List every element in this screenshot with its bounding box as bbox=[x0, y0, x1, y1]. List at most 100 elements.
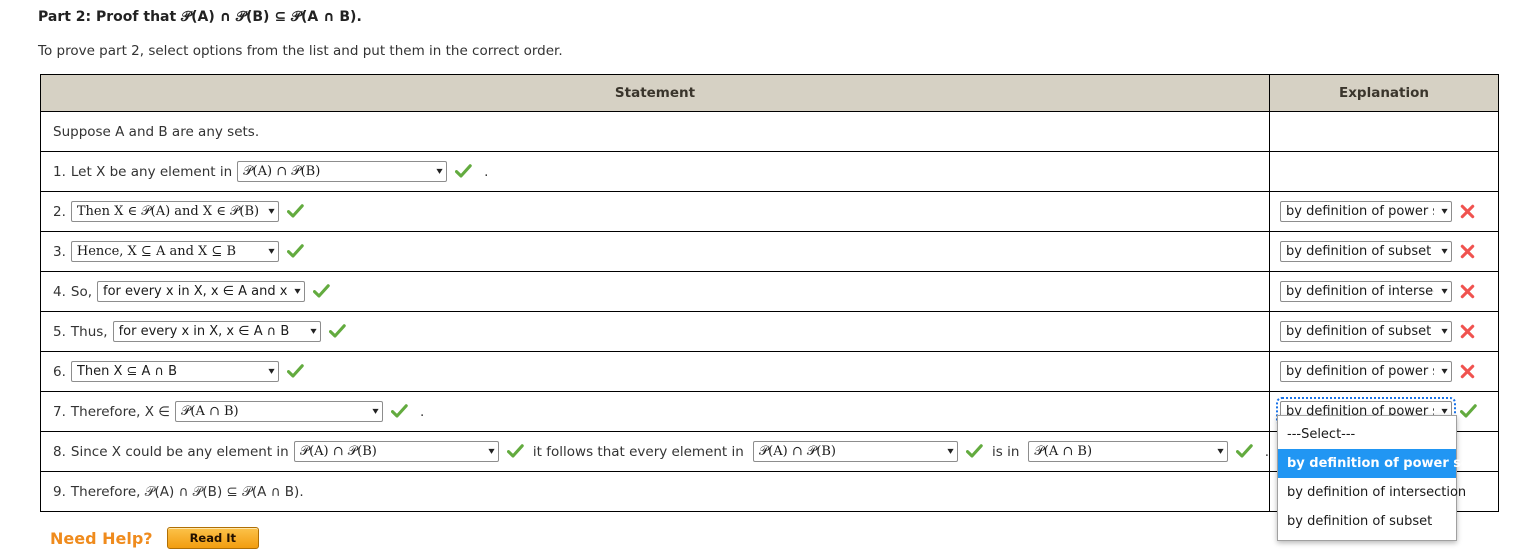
explanation-cell-2: by definition of power set ▾ bbox=[1269, 191, 1499, 232]
step-lead-5: Thus, bbox=[70, 323, 108, 340]
correct-check-icon bbox=[286, 244, 304, 259]
explanation-select-3[interactable]: by definition of subset ▾ bbox=[1280, 241, 1452, 262]
statement-select-8b-value: 𝒫(A) ∩ 𝒫(B) bbox=[758, 444, 836, 459]
incorrect-x-icon bbox=[1460, 244, 1475, 259]
explanation-cell-4: by definition of intersection ▾ bbox=[1269, 271, 1499, 312]
table-row: 4. So, for every x in X, x ∈ A and x ∈ B… bbox=[40, 271, 1499, 312]
need-help-label: Need Help? bbox=[50, 528, 153, 548]
statement-select-8b[interactable]: 𝒫(A) ∩ 𝒫(B) ▾ bbox=[752, 441, 959, 462]
chevron-down-icon: ▾ bbox=[294, 285, 301, 297]
mid-text-8-2: is in bbox=[992, 443, 1020, 460]
step-number-4: 4. bbox=[53, 283, 66, 300]
period-1: . bbox=[484, 163, 489, 180]
chevron-down-icon: ▾ bbox=[1441, 245, 1448, 257]
explanation-cell-suppose bbox=[1269, 111, 1499, 152]
explanation-select-4-value: by definition of intersection bbox=[1286, 284, 1434, 299]
chevron-down-icon: ▾ bbox=[436, 165, 443, 177]
statement-select-2-value: Then X ∈ 𝒫(A) and X ∈ 𝒫(B) bbox=[76, 204, 260, 219]
chevron-down-icon: ▾ bbox=[1217, 445, 1224, 457]
statement-cell-7: 7. Therefore, X ∈ 𝒫(A ∩ B) ▾ . bbox=[40, 391, 1270, 432]
statement-select-6-value: Then X ⊆ A ∩ B bbox=[76, 364, 178, 379]
explanation-dropdown-popup[interactable]: ---Select--- by definition of power set … bbox=[1277, 415, 1476, 541]
table-row: 5. Thus, for every x in X, x ∈ A ∩ B ▾ b… bbox=[40, 311, 1499, 352]
column-header-explanation: Explanation bbox=[1269, 74, 1499, 112]
explanation-select-4[interactable]: by definition of intersection ▾ bbox=[1280, 281, 1452, 302]
explanation-cell-6: by definition of power set ▾ bbox=[1269, 351, 1499, 392]
explanation-select-5[interactable]: by definition of subset ▾ bbox=[1280, 321, 1452, 342]
correct-check-icon bbox=[286, 364, 304, 379]
dropdown-option-select[interactable]: ---Select--- bbox=[1278, 420, 1456, 449]
chevron-down-icon: ▾ bbox=[309, 325, 317, 337]
step-number-1: 1. bbox=[53, 163, 66, 180]
period-8: . bbox=[1264, 443, 1269, 460]
read-it-button[interactable]: Read It bbox=[166, 527, 260, 549]
table-row: 2. Then X ∈ 𝒫(A) and X ∈ 𝒫(B) ▾ by defin… bbox=[40, 191, 1499, 232]
explanation-select-6[interactable]: by definition of power set ▾ bbox=[1280, 361, 1452, 382]
dropdown-option-intersection[interactable]: by definition of intersection bbox=[1278, 478, 1466, 507]
correct-check-icon bbox=[328, 324, 346, 339]
correct-check-icon bbox=[1235, 444, 1253, 459]
correct-check-icon bbox=[1460, 404, 1477, 419]
dropdown-option-power-set[interactable]: by definition of power set bbox=[1278, 449, 1476, 478]
statement-select-7-value: 𝒫(A ∩ B) bbox=[181, 404, 239, 419]
statement-cell-1: 1. Let X be any element in 𝒫(A) ∩ 𝒫(B) ▾… bbox=[40, 151, 1270, 192]
step-number-9: 9. bbox=[53, 483, 66, 500]
statement-cell-5: 5. Thus, for every x in X, x ∈ A ∩ B ▾ bbox=[40, 311, 1270, 352]
instructions: To prove part 2, select options from the… bbox=[38, 43, 563, 59]
step-lead-7: Therefore, X ∈ bbox=[70, 403, 171, 420]
table-row: Suppose A and B are any sets. bbox=[40, 111, 1499, 152]
statement-select-3[interactable]: Hence, X ⊆ A and X ⊆ B ▾ bbox=[70, 241, 279, 262]
chevron-down-icon: ▾ bbox=[488, 445, 495, 457]
chevron-down-icon: ▾ bbox=[372, 405, 379, 417]
table-row: 3. Hence, X ⊆ A and X ⊆ B ▾ by definitio… bbox=[40, 231, 1499, 272]
statement-cell-9: 9. Therefore, 𝒫(A) ∩ 𝒫(B) ⊆ 𝒫(A ∩ B). bbox=[40, 471, 1270, 512]
statement-select-5[interactable]: for every x in X, x ∈ A ∩ B ▾ bbox=[112, 321, 321, 342]
statement-text: Suppose A and B are any sets. bbox=[53, 123, 260, 140]
explanation-select-2[interactable]: by definition of power set ▾ bbox=[1280, 201, 1452, 222]
table-header-row: Statement Explanation bbox=[40, 74, 1499, 112]
step-number-6: 6. bbox=[53, 363, 66, 380]
statement-select-5-value: for every x in X, x ∈ A ∩ B bbox=[118, 324, 290, 339]
statement-select-2[interactable]: Then X ∈ 𝒫(A) and X ∈ 𝒫(B) ▾ bbox=[70, 201, 279, 222]
statement-select-7[interactable]: 𝒫(A ∩ B) ▾ bbox=[175, 401, 384, 422]
explanation-select-5-value: by definition of subset bbox=[1286, 324, 1432, 339]
step-number-5: 5. bbox=[53, 323, 66, 340]
correct-check-icon bbox=[455, 164, 472, 179]
table-row: 6. Then X ⊆ A ∩ B ▾ by definition of pow… bbox=[40, 351, 1499, 392]
step-number-2: 2. bbox=[53, 203, 66, 220]
explanation-cell-5: by definition of subset ▾ bbox=[1269, 311, 1499, 352]
step-number-8: 8. bbox=[53, 443, 66, 460]
explanation-cell-1 bbox=[1269, 151, 1499, 192]
incorrect-x-icon bbox=[1460, 324, 1475, 339]
statement-select-1[interactable]: 𝒫(A) ∩ 𝒫(B) ▾ bbox=[237, 161, 448, 182]
mid-text-8-1: it follows that every element in bbox=[532, 443, 744, 460]
statement-select-8c[interactable]: 𝒫(A ∩ B) ▾ bbox=[1028, 441, 1228, 462]
statement-cell-8: 8. Since X could be any element in 𝒫(A) … bbox=[40, 431, 1270, 472]
statement-select-8a[interactable]: 𝒫(A) ∩ 𝒫(B) ▾ bbox=[293, 441, 499, 462]
correct-check-icon bbox=[966, 444, 983, 459]
column-header-statement: Statement bbox=[40, 74, 1270, 112]
step-number-3: 3. bbox=[53, 243, 66, 260]
dropdown-option-subset[interactable]: by definition of subset bbox=[1278, 507, 1456, 536]
explanation-select-2-value: by definition of power set bbox=[1286, 204, 1434, 219]
page-title-text: Part 2: Proof that 𝒫(A) ∩ 𝒫(B) ⊆ 𝒫(A ∩ B… bbox=[38, 9, 362, 25]
statement-select-8a-value: 𝒫(A) ∩ 𝒫(B) bbox=[299, 444, 377, 459]
explanation-select-3-value: by definition of subset bbox=[1286, 244, 1432, 259]
statement-select-6[interactable]: Then X ⊆ A ∩ B ▾ bbox=[70, 361, 279, 382]
statement-cell-6: 6. Then X ⊆ A ∩ B ▾ bbox=[40, 351, 1270, 392]
statement-cell-suppose: Suppose A and B are any sets. bbox=[40, 111, 1270, 152]
chevron-down-icon: ▾ bbox=[1441, 365, 1448, 377]
explanation-cell-3: by definition of subset ▾ bbox=[1269, 231, 1499, 272]
chevron-down-icon: ▾ bbox=[947, 445, 954, 457]
statement-select-3-value: Hence, X ⊆ A and X ⊆ B bbox=[76, 244, 237, 259]
statement-select-8c-value: 𝒫(A ∩ B) bbox=[1034, 444, 1093, 459]
chevron-down-icon: ▾ bbox=[268, 245, 275, 257]
explanation-select-6-value: by definition of power set bbox=[1286, 364, 1434, 379]
chevron-down-icon: ▾ bbox=[268, 365, 275, 377]
statement-select-4[interactable]: for every x in X, x ∈ A and x ∈ B ▾ bbox=[97, 281, 306, 302]
correct-check-icon bbox=[286, 204, 304, 219]
need-help-section: Need Help? Read It bbox=[50, 527, 260, 549]
statement-cell-2: 2. Then X ∈ 𝒫(A) and X ∈ 𝒫(B) ▾ bbox=[40, 191, 1270, 232]
step-lead-1: Let X be any element in bbox=[70, 163, 233, 180]
incorrect-x-icon bbox=[1460, 204, 1475, 219]
